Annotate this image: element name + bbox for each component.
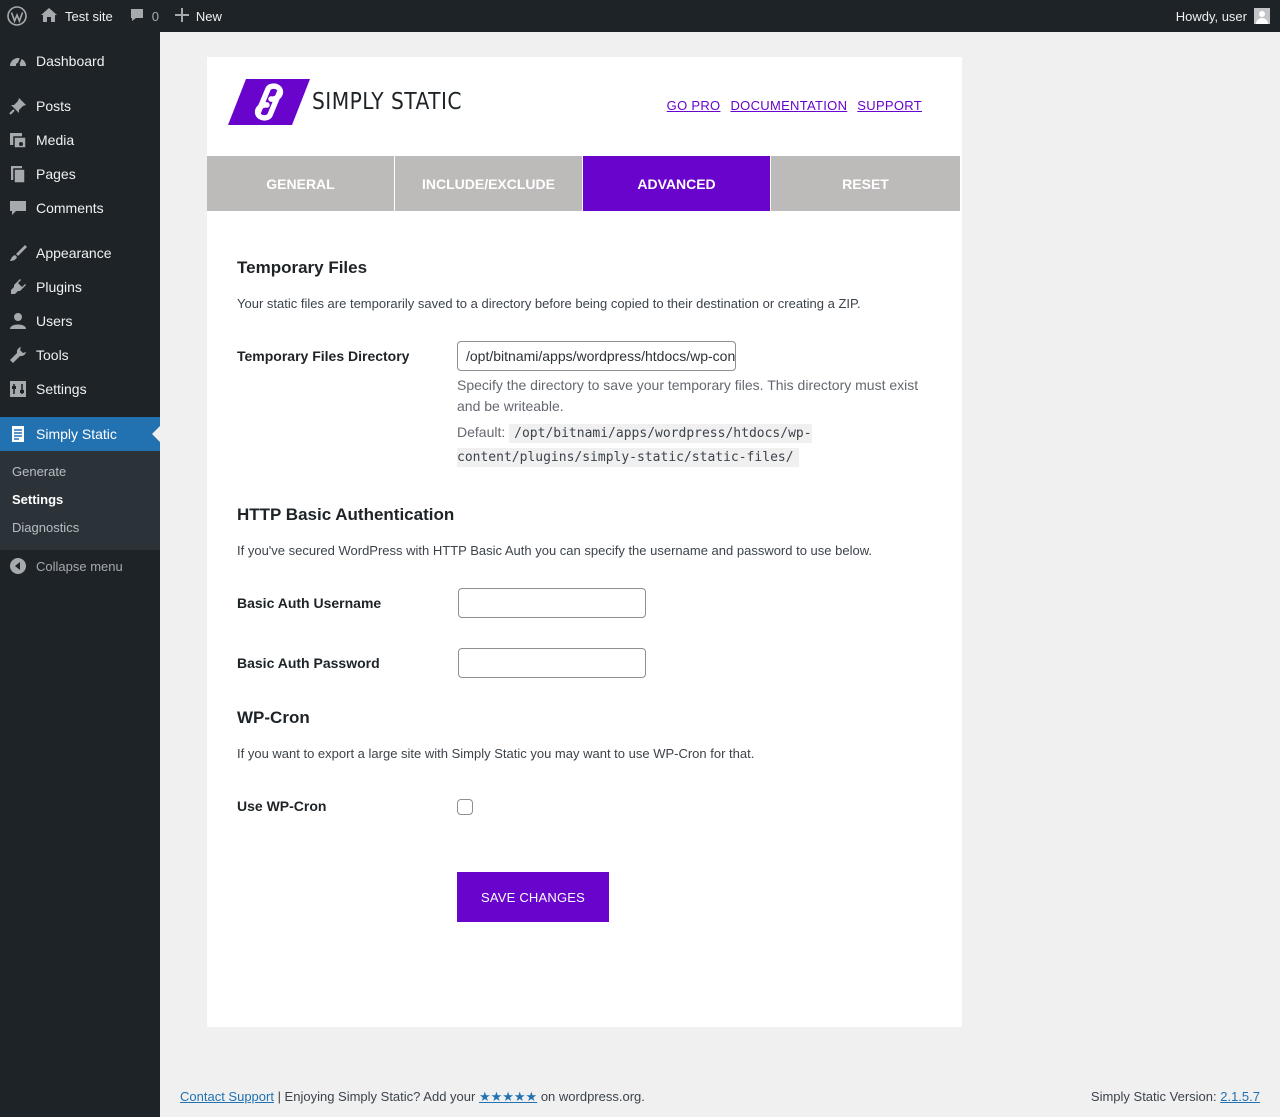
default-path: /opt/bitnami/apps/wordpress/htdocs/wp-co… bbox=[457, 424, 812, 467]
tab-general[interactable]: GENERAL bbox=[207, 156, 395, 211]
temporary-files-default: Default: /opt/bitnami/apps/wordpress/htd… bbox=[457, 421, 927, 469]
new-content-link[interactable]: New bbox=[167, 0, 230, 32]
media-icon bbox=[0, 130, 36, 150]
tab-reset[interactable]: RESET bbox=[771, 156, 960, 211]
sidebar-item-label: Settings bbox=[36, 381, 87, 397]
sidebar-item-users[interactable]: Users bbox=[0, 304, 160, 338]
basic-auth-username-input[interactable] bbox=[458, 588, 646, 618]
admin-bar: Test site 0 New Howdy, user bbox=[0, 0, 1280, 32]
sidebar-item-posts[interactable]: Posts bbox=[0, 89, 160, 123]
howdy-greeting: Howdy, user bbox=[1175, 8, 1247, 24]
tab-advanced[interactable]: ADVANCED bbox=[583, 156, 771, 211]
new-label: New bbox=[195, 8, 222, 24]
sidebar-item-settings[interactable]: Settings bbox=[0, 372, 160, 406]
basic-auth-password-label: Basic Auth Password bbox=[237, 655, 380, 671]
sidebar-item-media[interactable]: Media bbox=[0, 123, 160, 157]
home-icon bbox=[40, 7, 65, 26]
wrench-icon bbox=[0, 345, 36, 365]
plug-icon bbox=[0, 277, 36, 297]
wordpress-logo-icon[interactable] bbox=[0, 0, 34, 32]
basic-auth-description: If you've secured WordPress with HTTP Ba… bbox=[237, 543, 872, 558]
sidebar-item-label: Users bbox=[36, 313, 73, 329]
use-wp-cron-label: Use WP-Cron bbox=[237, 798, 327, 814]
collapse-arrow-icon bbox=[0, 557, 36, 575]
simply-static-logo: SIMPLY STATIC bbox=[228, 79, 482, 125]
sidebar-item-pages[interactable]: Pages bbox=[0, 157, 160, 191]
wp-cron-heading: WP-Cron bbox=[237, 708, 310, 727]
version-label: Simply Static Version: bbox=[1090, 1089, 1221, 1104]
temporary-files-description: Your static files are temporarily saved … bbox=[237, 296, 861, 311]
site-name-link[interactable]: Test site bbox=[34, 0, 121, 32]
settings-card: SIMPLY STATIC GO PRO DOCUMENTATION SUPPO… bbox=[207, 57, 962, 1027]
footer-left: Contact Support | Enjoying Simply Static… bbox=[180, 1089, 645, 1105]
settings-tabs: GENERAL INCLUDE/EXCLUDE ADVANCED RESET bbox=[207, 156, 962, 211]
plus-icon bbox=[174, 7, 196, 25]
collapse-menu-label: Collapse menu bbox=[36, 558, 123, 574]
sidebar-item-label: Comments bbox=[36, 200, 104, 216]
rating-stars-link[interactable]: ★★★★★ bbox=[479, 1089, 537, 1104]
footer-enjoy-text: | Enjoying Simply Static? Add your bbox=[273, 1089, 479, 1104]
sidebar-item-label: Tools bbox=[36, 347, 69, 363]
sidebar-item-tools[interactable]: Tools bbox=[0, 338, 160, 372]
sidebar-item-appearance[interactable]: Appearance bbox=[0, 236, 160, 270]
my-account-link[interactable]: Howdy, user bbox=[1168, 0, 1280, 32]
default-label: Default: bbox=[457, 424, 506, 440]
submenu-diagnostics[interactable]: Diagnostics bbox=[12, 520, 79, 535]
tab-include-exclude[interactable]: INCLUDE/EXCLUDE bbox=[395, 156, 583, 211]
documentation-link[interactable]: DOCUMENTATION bbox=[730, 98, 847, 113]
save-changes-button[interactable]: SAVE CHANGES bbox=[457, 872, 609, 922]
contact-support-link[interactable]: Contact Support bbox=[180, 1089, 274, 1104]
dashboard-icon bbox=[0, 51, 36, 71]
brush-icon bbox=[0, 243, 36, 263]
sidebar-item-comments[interactable]: Comments bbox=[0, 191, 160, 225]
admin-sidebar: Dashboard Posts Media Pages Comments App… bbox=[0, 32, 160, 1117]
pin-icon bbox=[0, 96, 36, 116]
temporary-files-directory-input[interactable]: /opt/bitnami/apps/wordpress/htdocs/wp-co… bbox=[457, 341, 736, 371]
footer-on-text: on wordpress.org. bbox=[537, 1089, 645, 1104]
site-name: Test site bbox=[65, 8, 113, 24]
comment-bubble-icon bbox=[129, 7, 152, 26]
sidebar-item-label: Plugins bbox=[36, 279, 82, 295]
simply-static-submenu: Generate Settings Diagnostics bbox=[0, 451, 160, 550]
submenu-settings[interactable]: Settings bbox=[12, 492, 63, 507]
comment-count: 0 bbox=[151, 8, 159, 24]
sidebar-item-label: Media bbox=[36, 132, 75, 148]
basic-auth-heading: HTTP Basic Authentication bbox=[237, 505, 455, 524]
sidebar-item-label: Simply Static bbox=[36, 426, 117, 442]
submenu-generate[interactable]: Generate bbox=[12, 464, 66, 479]
use-wp-cron-checkbox[interactable] bbox=[457, 799, 473, 815]
user-icon bbox=[0, 311, 36, 331]
document-icon bbox=[0, 424, 36, 444]
logo-wordmark: SIMPLY STATIC bbox=[312, 89, 462, 115]
sidebar-item-dashboard[interactable]: Dashboard bbox=[0, 44, 160, 78]
sidebar-item-label: Appearance bbox=[36, 245, 112, 261]
settings-icon bbox=[0, 379, 36, 399]
basic-auth-password-input[interactable] bbox=[458, 648, 646, 678]
sidebar-item-simply-static[interactable]: Simply Static bbox=[0, 417, 160, 451]
pages-icon bbox=[0, 164, 36, 184]
simply-static-logo-mark bbox=[228, 79, 310, 125]
sidebar-item-label: Dashboard bbox=[36, 53, 105, 69]
footer-version: Simply Static Version: 2.1.5.7 bbox=[1091, 1089, 1260, 1104]
comments-link[interactable]: 0 bbox=[121, 0, 167, 32]
temporary-files-help: Specify the directory to save your tempo… bbox=[457, 377, 919, 414]
support-link[interactable]: SUPPORT bbox=[857, 98, 922, 113]
sidebar-item-label: Pages bbox=[36, 166, 76, 182]
avatar bbox=[1254, 8, 1270, 24]
collapse-menu-button[interactable]: Collapse menu bbox=[0, 554, 160, 578]
comments-icon bbox=[0, 198, 36, 218]
go-pro-link[interactable]: GO PRO bbox=[667, 98, 721, 113]
wp-cron-description: If you want to export a large site with … bbox=[237, 746, 755, 761]
sidebar-item-plugins[interactable]: Plugins bbox=[0, 270, 160, 304]
temporary-files-heading: Temporary Files bbox=[237, 258, 368, 277]
temporary-files-directory-label: Temporary Files Directory bbox=[237, 348, 410, 364]
version-link[interactable]: 2.1.5.7 bbox=[1220, 1089, 1260, 1104]
sidebar-item-label: Posts bbox=[36, 98, 72, 114]
header-links: GO PRO DOCUMENTATION SUPPORT bbox=[667, 98, 922, 113]
basic-auth-username-label: Basic Auth Username bbox=[237, 595, 382, 611]
